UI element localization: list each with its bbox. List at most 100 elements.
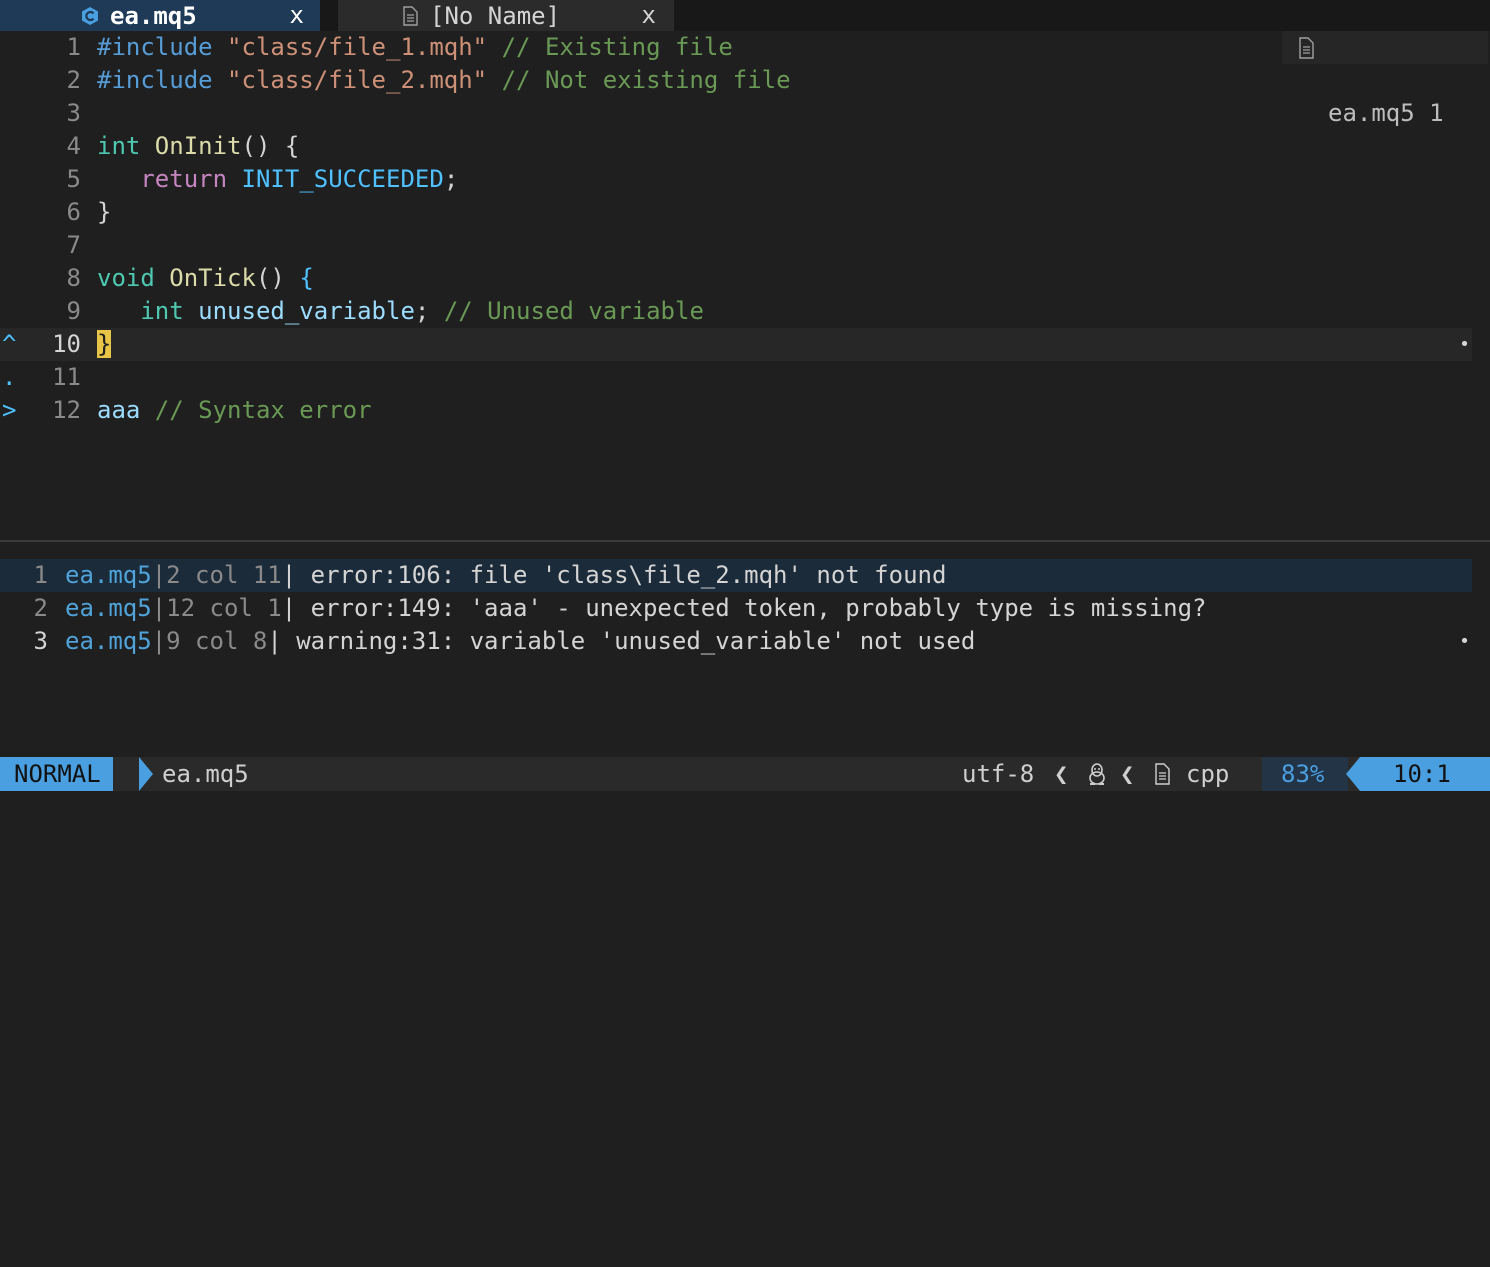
- code-token: // Unused variable: [443, 297, 704, 325]
- code-token: #include: [97, 66, 228, 94]
- line-number: 7: [66, 231, 81, 259]
- code-token: INIT_SUCCEEDED: [241, 165, 444, 193]
- line-number: 2: [66, 66, 81, 94]
- code-line[interactable]: 1 #include "class/file_1.mqh" // Existing…: [0, 31, 1472, 64]
- line-number: 12: [52, 396, 81, 424]
- quickfix-filename[interactable]: ea.mq5: [65, 561, 152, 589]
- code-line[interactable]: 8 void OnTick() {: [0, 262, 1472, 295]
- code-token: }: [97, 198, 112, 226]
- code-token: (): [255, 264, 300, 292]
- status-percent: 83%: [1281, 760, 1325, 788]
- quickfix-list[interactable]: 1 ea.mq5|2 col 11| error:106: file 'class…: [0, 542, 1490, 757]
- quickfix-message: warning:31: variable 'unused_variable' n…: [281, 627, 976, 655]
- document-icon: [403, 5, 418, 26]
- quickfix-location: 9 col 8: [166, 627, 268, 655]
- quickfix-separator: |: [281, 561, 297, 589]
- status-cursor-position: 10:1: [1393, 760, 1451, 788]
- code-token: // Syntax error: [154, 396, 372, 424]
- code-line[interactable]: ^ 10} •: [0, 328, 1472, 361]
- tab-label: ea.mq5: [110, 1, 197, 30]
- code-text: void OnTick() {: [97, 262, 314, 295]
- code-line[interactable]: 4 int OnInit() {: [0, 130, 1472, 163]
- line-number: 3: [66, 99, 81, 127]
- quickfix-separator: |: [151, 594, 167, 622]
- code-text: #include "class/file_2.mqh" // Not exist…: [97, 64, 791, 97]
- code-line[interactable]: 2 #include "class/file_2.mqh" // Not exis…: [0, 64, 1472, 97]
- line-number: 1: [66, 33, 81, 61]
- line-number: 6: [66, 198, 81, 226]
- powerline-arrow: [1346, 757, 1360, 791]
- powerline-arrow: [139, 757, 153, 791]
- code-text: int unused_variable; // Unused variable: [97, 295, 704, 328]
- tab-close-button[interactable]: x: [290, 0, 304, 31]
- code-token: // Not existing file: [487, 66, 791, 94]
- quickfix-item[interactable]: 3 ea.mq5|9 col 8| warning:31: variable 'u…: [0, 625, 1472, 658]
- code-text: aaa // Syntax error: [97, 394, 372, 427]
- tab-ea-mq5[interactable]: ea.mq5 x: [0, 0, 320, 31]
- code-text: return INIT_SUCCEEDED;: [97, 163, 458, 196]
- quickfix-message: error:149: 'aaa' - unexpected token, pro…: [296, 594, 1207, 622]
- quickfix-separator: |: [151, 561, 167, 589]
- quickfix-location: 12 col 1: [166, 594, 282, 622]
- code-line[interactable]: . 11: [0, 361, 1472, 394]
- tab-close-button[interactable]: x: [642, 0, 656, 31]
- document-icon: [1155, 763, 1170, 785]
- quickfix-filename[interactable]: ea.mq5: [65, 627, 152, 655]
- code-token: int: [140, 297, 199, 325]
- c-file-icon: [82, 6, 98, 25]
- code-token: "class/file_2.mqh": [227, 66, 488, 94]
- code-text: }: [97, 196, 111, 229]
- code-token: }: [97, 330, 112, 358]
- separator-glyph: ❮: [1120, 760, 1135, 788]
- mode-indicator: NORMAL: [0, 757, 113, 791]
- quickfix-entry: ea.mq5|2 col 11| error:106: file 'class\…: [65, 559, 946, 592]
- quickfix-separator: |: [151, 627, 167, 655]
- quickfix-line-number: 1: [33, 561, 48, 589]
- sign-column-marker: >: [2, 396, 17, 424]
- code-token: return: [140, 165, 242, 193]
- quickfix-line-number: 3: [33, 627, 48, 655]
- line-number: 9: [66, 297, 81, 325]
- code-line[interactable]: 9 int unused_variable; // Unused variabl…: [0, 295, 1472, 328]
- line-number: 11: [52, 363, 81, 391]
- editor-pane[interactable]: 1 #include "class/file_1.mqh" // Existing…: [0, 31, 1490, 538]
- code-token: {: [299, 264, 314, 292]
- separator-glyph: ❮: [1054, 760, 1069, 788]
- quickfix-item[interactable]: 2 ea.mq5|12 col 1| error:149: 'aaa' - une…: [0, 592, 1472, 625]
- code-token: OnInit: [154, 132, 242, 160]
- status-encoding: utf-8: [962, 760, 1035, 788]
- code-token: int: [97, 132, 155, 160]
- quickfix-line-number: 2: [33, 594, 48, 622]
- code-line[interactable]: 5 return INIT_SUCCEEDED;: [0, 163, 1472, 196]
- code-token: () {: [241, 132, 300, 160]
- code-line[interactable]: 6}: [0, 196, 1472, 229]
- quickfix-separator: |: [281, 594, 297, 622]
- status-filename: ea.mq5: [162, 760, 249, 788]
- quickfix-filename[interactable]: ea.mq5: [65, 594, 152, 622]
- quickfix-item[interactable]: 1 ea.mq5|2 col 11| error:106: file 'class…: [0, 559, 1472, 592]
- scroll-indicator-dot: •: [1459, 334, 1470, 355]
- tabline: ea.mq5 x [No Name] x: [0, 0, 1490, 31]
- code-token: #include: [97, 33, 228, 61]
- code-line[interactable]: 3: [0, 97, 1472, 130]
- scroll-indicator-dot: •: [1459, 631, 1470, 652]
- code-text: int OnInit() {: [97, 130, 299, 163]
- line-number: 10: [52, 330, 81, 358]
- tab-label: [No Name]: [430, 1, 561, 30]
- code-line[interactable]: >12 aaa // Syntax error: [0, 394, 1472, 427]
- statusline: NORMAL ea.mq5 utf-8 ❮ ❮ cpp 83% 10:1: [0, 757, 1490, 791]
- code-token: unused_variable: [198, 297, 415, 325]
- document-icon: [1299, 37, 1314, 59]
- line-number: 5: [66, 165, 81, 193]
- code-token: aaa: [97, 396, 155, 424]
- status-filetype: cpp: [1186, 760, 1230, 788]
- quickfix-message: error:106: file 'class\file_2.mqh' not f…: [296, 561, 947, 589]
- tab-no-name[interactable]: [No Name] x: [338, 0, 674, 31]
- file-info-float: ea.mq5 1: [1282, 31, 1488, 127]
- code-text: #include "class/file_1.mqh" // Existing …: [97, 31, 733, 64]
- linux-penguin-icon: [1089, 763, 1105, 785]
- code-token: ;: [443, 165, 459, 193]
- code-line[interactable]: 7: [0, 229, 1472, 262]
